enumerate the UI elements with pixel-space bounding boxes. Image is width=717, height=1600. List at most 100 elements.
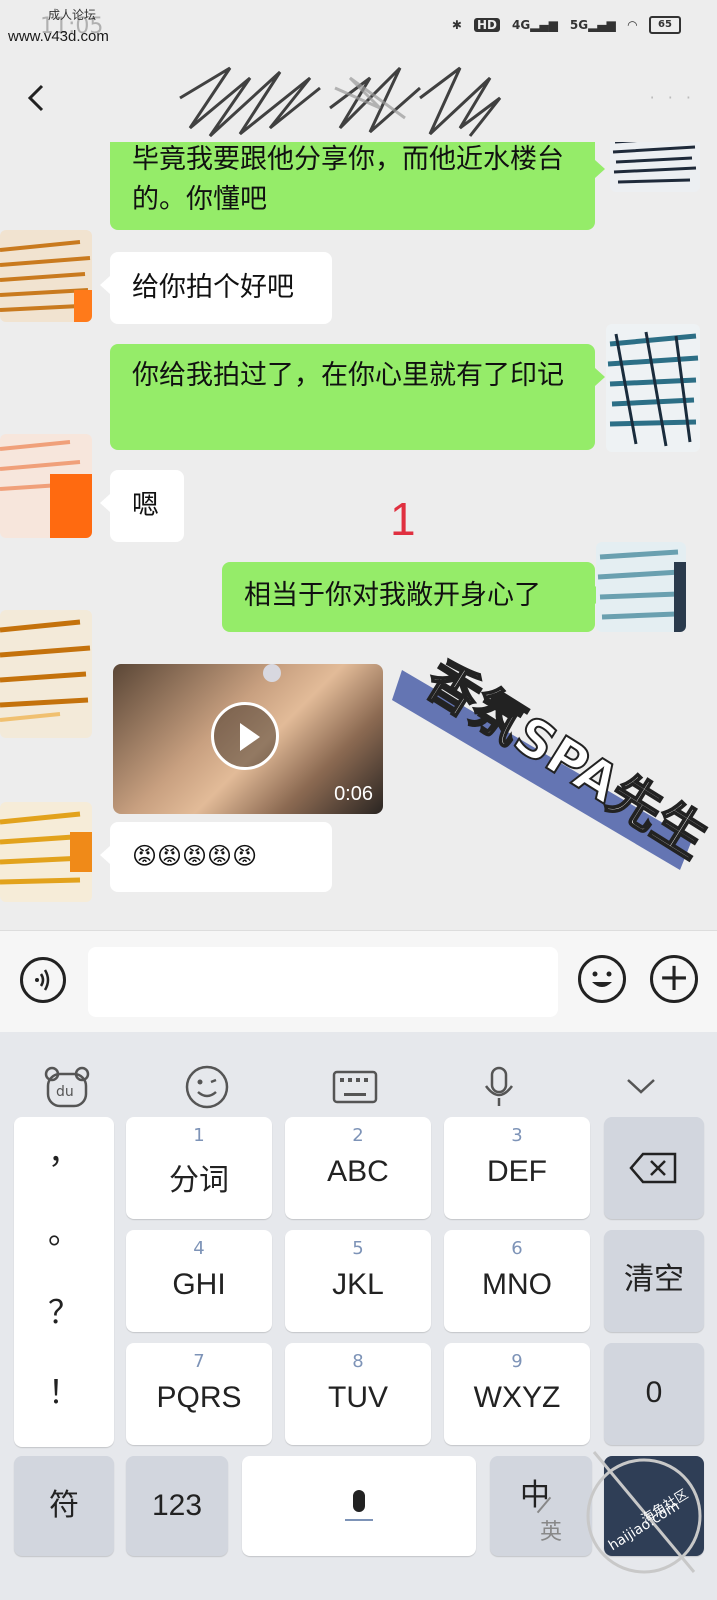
lang-zh-label: 中 xyxy=(520,1478,550,1513)
my-avatar[interactable] xyxy=(610,142,700,192)
ime-keyboard: du ， 。 ？ ！ 1 分词 2 ABC 3 DEF 4 GHI 5 JKL 6 MNO … xyxy=(0,1032,717,1600)
smiley-icon xyxy=(592,971,612,987)
punct-question-key[interactable]: ？ xyxy=(14,1287,114,1333)
key-5[interactable]: 5 JKL xyxy=(285,1230,431,1332)
wifi-icon: ◠ xyxy=(627,18,637,32)
punctuation-column: ， 。 ？ ！ xyxy=(14,1117,114,1447)
key-label: GHI xyxy=(172,1268,226,1301)
message-bubble-theirs[interactable]: 😡😡😡😡😡 xyxy=(110,822,332,892)
message-input[interactable] xyxy=(88,947,558,1017)
key-label: PQRS xyxy=(156,1381,242,1414)
zero-key[interactable]: 0 xyxy=(604,1343,704,1445)
watermark-forum: 成人论坛 xyxy=(48,8,97,22)
play-icon[interactable] xyxy=(211,702,279,770)
emoji-face-icon[interactable] xyxy=(182,1062,232,1112)
message-bubble-mine[interactable]: 毕竟我要跟他分享你，而他近水楼台的。你懂吧 xyxy=(110,142,595,230)
key-2[interactable]: 2 ABC xyxy=(285,1117,431,1219)
key-number: 6 xyxy=(511,1238,523,1259)
sound-wave-icon xyxy=(35,969,50,991)
contact-avatar[interactable] xyxy=(0,434,92,538)
contact-avatar[interactable] xyxy=(0,230,92,322)
key-number: 8 xyxy=(352,1351,364,1372)
microphone-icon[interactable] xyxy=(474,1062,524,1112)
key-number: 3 xyxy=(511,1125,523,1146)
collapse-chevron-icon[interactable] xyxy=(616,1062,666,1112)
bubble-tail xyxy=(100,494,110,512)
key-label: 分词 xyxy=(169,1164,229,1197)
voice-input-icon[interactable] xyxy=(20,957,66,1003)
backspace-key[interactable] xyxy=(604,1117,704,1219)
key-number: 7 xyxy=(193,1351,205,1372)
key-4[interactable]: 4 GHI xyxy=(126,1230,272,1332)
my-avatar[interactable] xyxy=(606,324,700,452)
backspace-icon xyxy=(629,1152,677,1184)
key-label: ABC xyxy=(327,1155,389,1188)
my-avatar[interactable] xyxy=(596,542,686,632)
key-label: TUV xyxy=(328,1381,388,1414)
space-key[interactable] xyxy=(242,1456,476,1556)
back-arrow-icon[interactable] xyxy=(22,78,52,118)
bluetooth-icon: ✱ xyxy=(451,18,462,32)
du-bear-icon[interactable]: du xyxy=(42,1062,92,1112)
message-text: 相当于你对我敞开身心了 xyxy=(244,580,541,611)
message-bubble-mine[interactable]: 你给我拍过了，在你心里就有了印记 xyxy=(110,344,595,450)
more-options-icon[interactable]: · · · xyxy=(650,88,695,107)
status-icons: ✱ HD 4G▂▄▆ 5G▂▄▆ ◠ 65 xyxy=(452,16,681,34)
keyboard-icon[interactable] xyxy=(330,1062,380,1112)
symbol-key[interactable]: 符 xyxy=(14,1456,114,1556)
annotation-marker: 1 xyxy=(390,493,416,545)
corner-watermark: 海角社区 haijiao.com xyxy=(574,1432,704,1582)
key-3[interactable]: 3 DEF xyxy=(444,1117,590,1219)
watermark-site: www.v43d.com xyxy=(8,28,109,45)
contact-avatar[interactable] xyxy=(0,802,92,902)
status-bar: 11:05 成人论坛 www.v43d.com ✱ HD 4G▂▄▆ 5G▂▄▆… xyxy=(0,0,717,58)
punct-comma-key[interactable]: ， xyxy=(14,1127,114,1173)
video-thumbnail-detail xyxy=(263,664,281,682)
punct-exclaim-key[interactable]: ！ xyxy=(14,1367,114,1413)
svg-text:du: du xyxy=(56,1084,74,1100)
message-bubble-theirs[interactable]: 给你拍个好吧 xyxy=(110,252,332,324)
key-number: 1 xyxy=(193,1125,205,1146)
clear-key[interactable]: 清空 xyxy=(604,1230,704,1332)
stamp-text: 香氛SPA先生 xyxy=(415,650,712,870)
key-number: 9 xyxy=(511,1351,523,1372)
lang-en-label: 英 xyxy=(540,1520,563,1545)
message-bubble-mine[interactable]: 相当于你对我敞开身心了 xyxy=(222,562,595,632)
more-actions-button[interactable]: + xyxy=(650,955,698,1003)
battery-icon: 65 xyxy=(649,16,681,34)
key-label: MNO xyxy=(482,1268,552,1301)
message-text: 给你拍个好吧 xyxy=(132,272,294,303)
key-label: WXYZ xyxy=(473,1381,561,1414)
watermark-circle-icon xyxy=(586,1451,702,1574)
overlay-watermark-stamp: 香氛SPA先生 xyxy=(392,649,712,871)
contact-avatar[interactable] xyxy=(0,610,92,738)
punct-period-key[interactable]: 。 xyxy=(14,1207,114,1253)
video-message[interactable]: 0:06 xyxy=(113,664,383,814)
key-label: DEF xyxy=(487,1155,547,1188)
bubble-tail xyxy=(595,160,605,178)
message-text: 😡😡😡😡😡 xyxy=(132,842,258,870)
input-bar: + xyxy=(0,930,717,1033)
key-7[interactable]: 7 PQRS xyxy=(126,1343,272,1445)
video-duration: 0:06 xyxy=(334,783,373,805)
emoji-button[interactable] xyxy=(578,955,626,1003)
key-8[interactable]: 8 TUV xyxy=(285,1343,431,1445)
key-9[interactable]: 9 WXYZ xyxy=(444,1343,590,1445)
message-text: 嗯 xyxy=(132,490,159,521)
signal-4g-icon: 4G▂▄▆ xyxy=(511,18,558,32)
space-mic-icon xyxy=(345,1490,373,1521)
key-number: 2 xyxy=(352,1125,364,1146)
key-number: 4 xyxy=(193,1238,205,1259)
hd-icon: HD xyxy=(473,18,500,32)
signal-5g-icon: 5G▂▄▆ xyxy=(569,18,616,32)
bubble-tail xyxy=(595,368,605,386)
key-6[interactable]: 6 MNO xyxy=(444,1230,590,1332)
bubble-tail xyxy=(100,846,110,864)
chat-header: · · · xyxy=(0,58,717,142)
key-1[interactable]: 1 分词 xyxy=(126,1117,272,1219)
contact-name-redaction xyxy=(179,66,502,138)
message-text: 毕竟我要跟他分享你，而他近水楼台的。你懂吧 xyxy=(132,144,564,215)
key-label: JKL xyxy=(332,1268,384,1301)
numeric-key[interactable]: 123 xyxy=(126,1456,228,1556)
message-bubble-theirs[interactable]: 嗯 xyxy=(110,470,184,542)
